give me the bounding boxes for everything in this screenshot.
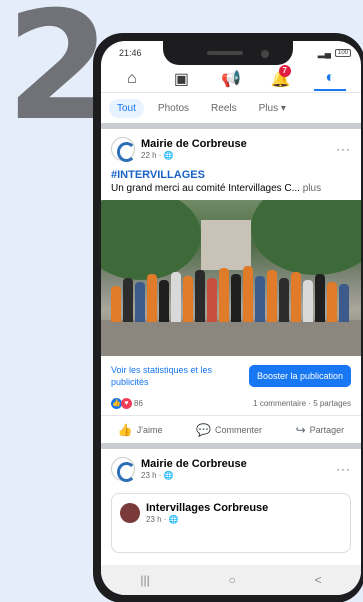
post-author[interactable]: Mairie de Corbreuse — [141, 458, 330, 470]
shared-avatar — [120, 503, 140, 523]
person — [195, 270, 205, 322]
person — [147, 274, 157, 322]
shared-post-card[interactable]: Intervillages Corbreuse 23 h · 🌐 — [111, 493, 351, 553]
crowd — [111, 260, 351, 322]
person — [279, 278, 289, 322]
recents-button[interactable]: ||| — [140, 573, 149, 587]
shared-author-block: Intervillages Corbreuse 23 h · 🌐 — [146, 502, 268, 524]
news-icon[interactable]: ▣ — [165, 67, 197, 91]
status-time: 21:46 — [119, 48, 142, 58]
post-meta: 23 h · 🌐 — [141, 471, 174, 480]
post-author[interactable]: Mairie de Corbreuse — [141, 138, 330, 150]
phone-screen: 21:46 ▂▄ 100 ⌂ ▣ 📢 🔔 7 ◐ Tout Photos Ree… — [101, 41, 361, 595]
tab-tout[interactable]: Tout — [109, 98, 144, 118]
like-button[interactable]: 👍 J'aime — [118, 423, 163, 437]
see-more-link[interactable]: plus — [303, 183, 321, 194]
like-label: J'aime — [136, 424, 163, 435]
person — [243, 266, 253, 322]
person — [267, 270, 277, 322]
post-meta: 22 h · 🌐 — [141, 151, 174, 160]
engagement-counts[interactable]: 1 commentaire · 5 partages — [253, 399, 351, 408]
app-nav-bar: ⌂ ▣ 📢 🔔 7 ◐ — [101, 64, 361, 93]
post-text-content: Un grand merci au comité Intervillages C… — [111, 183, 300, 194]
comment-label: Commenter — [215, 424, 263, 435]
bell-icon[interactable]: 🔔 7 — [265, 64, 297, 91]
boost-button[interactable]: Booster la publication — [248, 365, 351, 387]
reactions-row: 👍 ♥ 86 1 commentaire · 5 partages — [101, 396, 361, 415]
system-nav-bar: ||| ○ < — [101, 565, 361, 595]
tab-reels[interactable]: Reels — [203, 99, 245, 118]
person — [315, 274, 325, 322]
filter-tabs: Tout Photos Reels Plus ▾ — [101, 93, 361, 123]
person — [111, 286, 121, 322]
person — [303, 280, 313, 322]
post-hashtag[interactable]: #INTERVILLAGES — [101, 165, 361, 181]
stats-link[interactable]: Voir les statistiques et les publicités — [111, 364, 219, 388]
home-button[interactable]: ○ — [229, 573, 236, 587]
person — [291, 272, 301, 322]
avatar[interactable] — [111, 137, 136, 162]
shared-post-header: Intervillages Corbreuse 23 h · 🌐 — [120, 502, 342, 524]
person — [183, 276, 193, 322]
more-options-icon[interactable]: ··· — [336, 142, 351, 156]
reactions-count: 86 — [134, 399, 143, 408]
profile-icon[interactable]: ◐ — [314, 67, 347, 91]
shared-author[interactable]: Intervillages Corbreuse — [146, 502, 268, 514]
comments-count: 1 commentaire — [253, 399, 307, 408]
ground — [101, 320, 361, 356]
author-block: Mairie de Corbreuse 22 h · 🌐 — [141, 138, 330, 160]
comment-icon: 💬 — [196, 422, 211, 437]
author-block: Mairie de Corbreuse 23 h · 🌐 — [141, 458, 330, 480]
notification-badge: 7 — [278, 64, 291, 77]
post-photo[interactable] — [101, 200, 361, 356]
home-icon[interactable]: ⌂ — [116, 67, 148, 91]
reaction-summary[interactable]: 👍 ♥ 86 — [111, 398, 143, 409]
post-text: Un grand merci au comité Intervillages C… — [101, 181, 361, 200]
post-card: Mairie de Corbreuse 23 h · 🌐 ··· Intervi… — [101, 449, 361, 553]
shared-meta: 23 h · 🌐 — [146, 515, 179, 524]
post-actions: 👍 J'aime 💬 Commenter ↪ Partager — [101, 415, 361, 443]
post-header: Mairie de Corbreuse 23 h · 🌐 ··· — [101, 449, 361, 485]
person — [219, 268, 229, 322]
person — [207, 278, 217, 322]
share-button[interactable]: ↪ Partager — [296, 423, 345, 437]
thumbs-up-icon: 👍 — [117, 422, 133, 437]
person — [231, 274, 241, 322]
share-icon: ↪ — [295, 422, 306, 437]
back-button[interactable]: < — [315, 573, 322, 587]
person — [159, 280, 169, 322]
speaker — [207, 51, 243, 55]
person — [339, 284, 349, 322]
step-number: 2 — [6, 0, 110, 154]
comment-button[interactable]: 💬 Commenter — [196, 423, 262, 437]
tab-plus[interactable]: Plus ▾ — [251, 99, 294, 118]
share-label: Partager — [309, 424, 345, 435]
battery-icon: 100 — [335, 49, 351, 57]
signal-icon: ▂▄ — [317, 47, 331, 58]
person — [327, 282, 337, 322]
person — [255, 276, 265, 322]
megaphone-icon[interactable]: 📢 — [215, 67, 247, 91]
tab-photos[interactable]: Photos — [150, 99, 197, 118]
post-card: Mairie de Corbreuse 22 h · 🌐 ··· #INTERV… — [101, 129, 361, 443]
person — [171, 272, 181, 322]
person — [135, 282, 145, 322]
avatar[interactable] — [111, 457, 136, 482]
notch — [163, 41, 293, 65]
more-options-icon[interactable]: ··· — [336, 462, 351, 476]
post-header: Mairie de Corbreuse 22 h · 🌐 ··· — [101, 129, 361, 165]
status-icons: ▂▄ 100 — [318, 48, 351, 59]
camera — [261, 50, 269, 58]
shares-count: 5 partages — [313, 399, 351, 408]
love-reaction-icon: ♥ — [121, 398, 132, 409]
promo-row: Voir les statistiques et les publicités … — [101, 356, 361, 396]
person — [123, 278, 133, 322]
phone-frame: 21:46 ▂▄ 100 ⌂ ▣ 📢 🔔 7 ◐ Tout Photos Ree… — [93, 33, 363, 602]
